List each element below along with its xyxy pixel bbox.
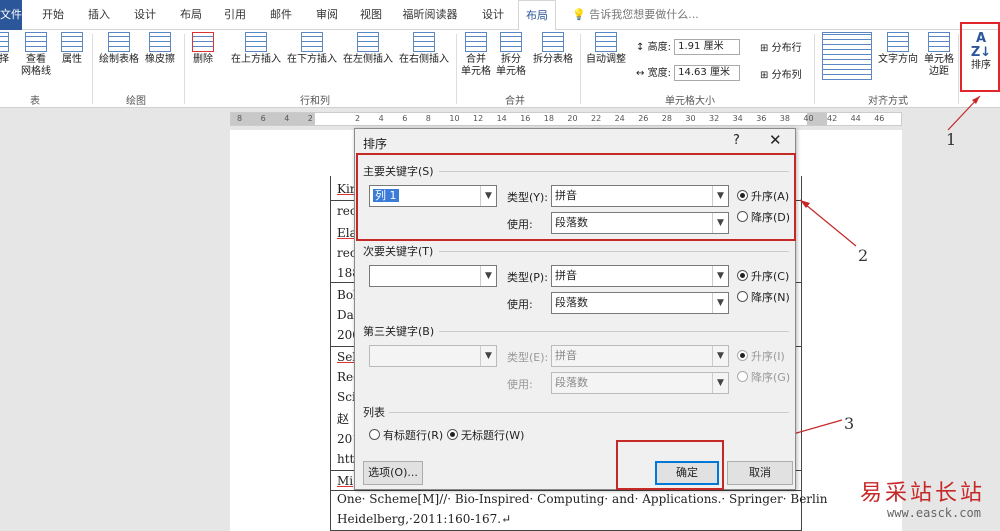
secondary-type-label: 类型(P): bbox=[507, 271, 548, 284]
no-header-row-radio[interactable]: 无标题行(W) bbox=[447, 427, 524, 443]
chevron-down-icon: ▼ bbox=[712, 373, 728, 393]
tertiary-type-label: 类型(E): bbox=[507, 351, 549, 364]
header-row-radio[interactable]: 有标题行(R) bbox=[369, 427, 443, 443]
tertiary-use-select[interactable]: 段落数 ▼ bbox=[551, 372, 729, 394]
help-icon[interactable]: ? bbox=[733, 133, 740, 148]
options-button[interactable]: 选项(O)... bbox=[363, 461, 423, 485]
primary-key-highlight-box bbox=[356, 153, 796, 241]
secondary-use-select[interactable]: 段落数 ▼ bbox=[551, 292, 729, 314]
list-heading: 列表 bbox=[363, 406, 385, 419]
tertiary-type-select[interactable]: 拼音 ▼ bbox=[551, 345, 729, 367]
tertiary-key-select[interactable]: ▼ bbox=[369, 345, 497, 367]
section-divider bbox=[439, 251, 789, 252]
section-divider bbox=[439, 331, 789, 332]
watermark-url: www.easck.com bbox=[887, 506, 981, 520]
watermark-text: 易采站长站 bbox=[860, 481, 986, 506]
tertiary-use-label: 使用: bbox=[507, 378, 533, 391]
radio-off-icon bbox=[737, 371, 748, 382]
radio-off-icon bbox=[369, 429, 380, 440]
dialog-title: 排序 bbox=[363, 137, 388, 151]
arrow-to-primary bbox=[799, 199, 857, 247]
radio-off-icon bbox=[737, 291, 748, 302]
secondary-descending-radio[interactable]: 降序(N) bbox=[737, 289, 790, 305]
radio-on-icon bbox=[737, 270, 748, 281]
radio-on-icon bbox=[737, 350, 748, 361]
chevron-down-icon: ▼ bbox=[712, 293, 728, 313]
secondary-use-label: 使用: bbox=[507, 298, 533, 311]
close-icon[interactable]: ✕ bbox=[769, 131, 782, 149]
section-divider bbox=[389, 412, 789, 413]
secondary-key-heading: 次要关键字(T) bbox=[363, 245, 434, 258]
secondary-key-select[interactable]: ▼ bbox=[369, 265, 497, 287]
radio-on-icon bbox=[447, 429, 458, 440]
ok-highlight-box bbox=[616, 440, 724, 490]
tertiary-ascending-radio[interactable]: 升序(I) bbox=[737, 348, 785, 364]
secondary-ascending-radio[interactable]: 升序(C) bbox=[737, 268, 789, 284]
chevron-down-icon: ▼ bbox=[480, 346, 496, 366]
chevron-down-icon: ▼ bbox=[712, 266, 728, 286]
chevron-down-icon: ▼ bbox=[480, 266, 496, 286]
secondary-type-select[interactable]: 拼音 ▼ bbox=[551, 265, 729, 287]
tertiary-key-heading: 第三关键字(B) bbox=[363, 325, 435, 338]
tertiary-descending-radio[interactable]: 降序(G) bbox=[737, 369, 790, 385]
chevron-down-icon: ▼ bbox=[712, 346, 728, 366]
cancel-button[interactable]: 取消 bbox=[727, 461, 793, 485]
